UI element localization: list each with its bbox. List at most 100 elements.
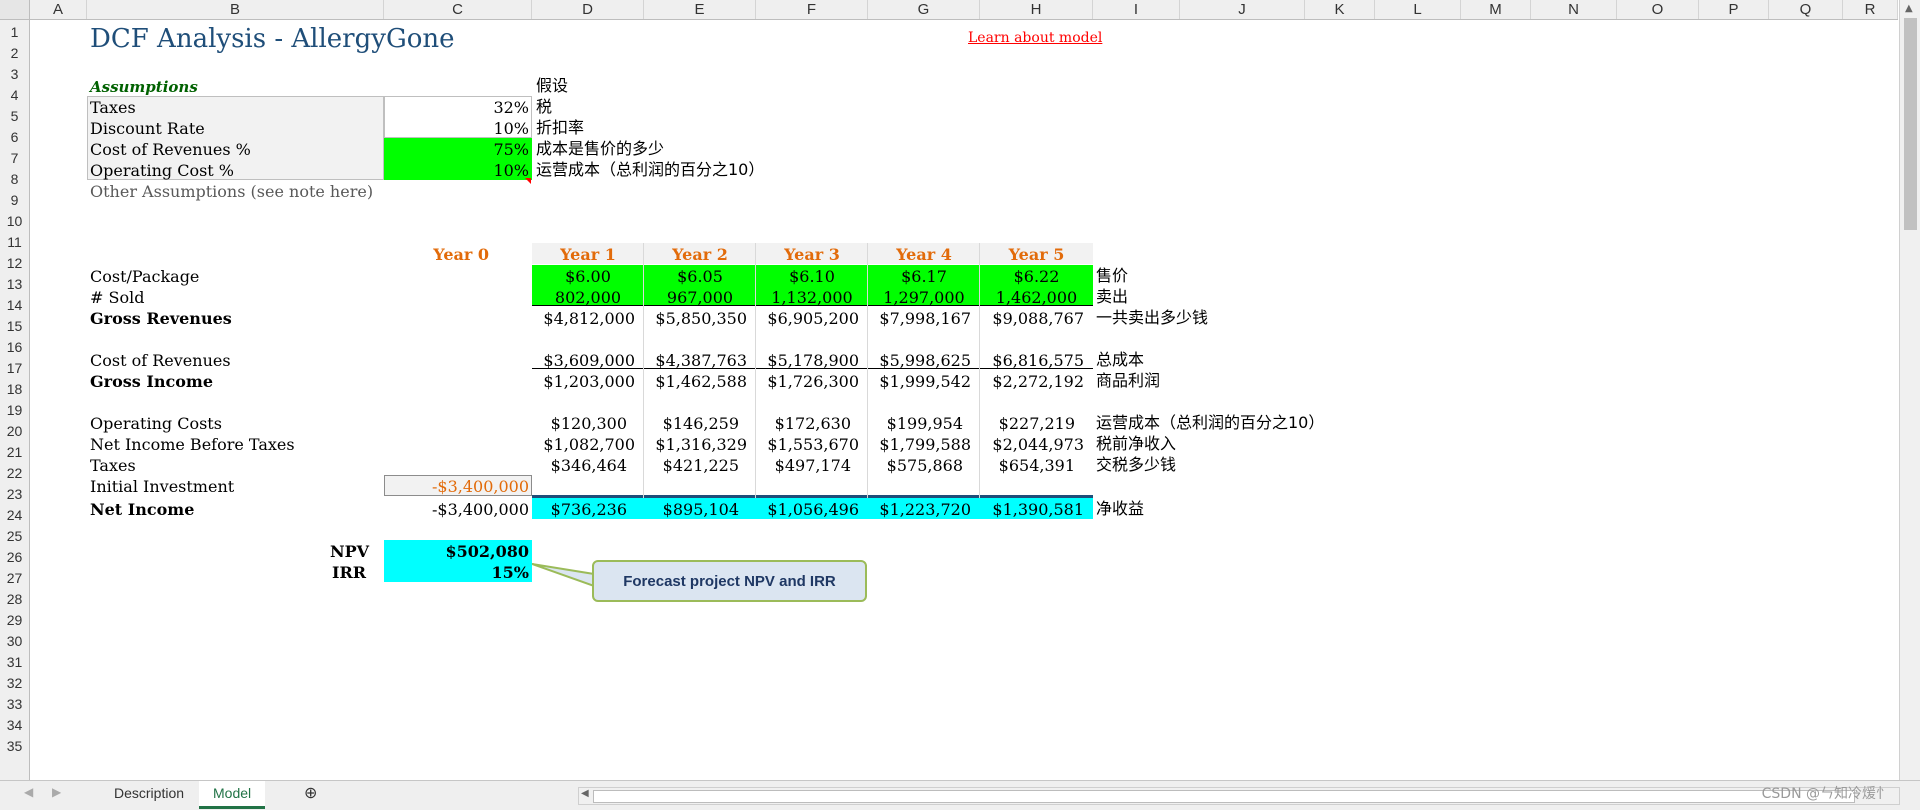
horizontal-scroll-thumb[interactable] bbox=[593, 790, 1855, 803]
col-header[interactable]: I bbox=[1093, 0, 1180, 19]
row-header[interactable]: 34 bbox=[0, 717, 29, 733]
row-header[interactable]: 32 bbox=[0, 675, 29, 691]
net-before-tax-cell[interactable]: $2,044,973 bbox=[980, 435, 1084, 455]
row-header[interactable]: 20 bbox=[0, 423, 29, 439]
row-header[interactable]: 10 bbox=[0, 213, 29, 229]
row-header[interactable]: 22 bbox=[0, 465, 29, 481]
net-before-tax-cell[interactable]: $1,553,670 bbox=[756, 435, 859, 455]
assumption-value[interactable]: 10% bbox=[384, 161, 529, 181]
net-income-cell[interactable]: $1,223,720 bbox=[868, 500, 971, 520]
row-header[interactable]: 7 bbox=[0, 150, 29, 166]
col-header[interactable]: Q bbox=[1769, 0, 1843, 19]
col-header[interactable]: B bbox=[87, 0, 384, 19]
comment-indicator-icon[interactable] bbox=[525, 178, 531, 184]
taxes-cell[interactable]: $346,464 bbox=[532, 456, 627, 476]
npv-value[interactable]: $502,080 bbox=[384, 542, 530, 562]
row-header[interactable]: 3 bbox=[0, 66, 29, 82]
gross-revenue-cell[interactable]: $5,850,350 bbox=[644, 309, 747, 329]
gross-revenue-cell[interactable]: $6,905,200 bbox=[756, 309, 859, 329]
row-header[interactable]: 23 bbox=[0, 486, 29, 502]
net-before-tax-cell[interactable]: $1,316,329 bbox=[644, 435, 747, 455]
net-before-tax-cell[interactable]: $1,799,588 bbox=[868, 435, 971, 455]
col-header[interactable]: M bbox=[1461, 0, 1531, 19]
row-header[interactable]: 28 bbox=[0, 591, 29, 607]
col-header[interactable]: P bbox=[1699, 0, 1769, 19]
row-header[interactable]: 21 bbox=[0, 444, 29, 460]
taxes-cell[interactable]: $654,391 bbox=[980, 456, 1075, 476]
col-header[interactable]: J bbox=[1180, 0, 1305, 19]
gross-income-cell[interactable]: $1,462,588 bbox=[644, 372, 747, 392]
vertical-scrollbar[interactable]: ▲ bbox=[1899, 0, 1920, 780]
tab-description[interactable]: Description bbox=[100, 781, 198, 806]
horizontal-scrollbar[interactable]: ◀ bbox=[578, 787, 1900, 805]
row-header[interactable]: 12 bbox=[0, 255, 29, 271]
gross-revenue-cell[interactable]: $7,998,167 bbox=[868, 309, 971, 329]
cost-package-cell[interactable]: $6.05 bbox=[644, 267, 756, 287]
col-header[interactable]: H bbox=[980, 0, 1093, 19]
gross-income-cell[interactable]: $1,999,542 bbox=[868, 372, 971, 392]
taxes-cell[interactable]: $421,225 bbox=[644, 456, 739, 476]
col-header[interactable]: F bbox=[756, 0, 868, 19]
row-header[interactable]: 4 bbox=[0, 87, 29, 103]
row-header[interactable]: 26 bbox=[0, 549, 29, 565]
npv-irr-callout[interactable]: Forecast project NPV and IRR bbox=[592, 560, 867, 602]
cost-package-cell[interactable]: $6.22 bbox=[980, 267, 1093, 287]
spreadsheet-grid[interactable]: A B C D E F G H I J K L M N O P Q R 1234… bbox=[0, 0, 1898, 780]
row-header[interactable]: 24 bbox=[0, 507, 29, 523]
net-income-cell[interactable]: $1,056,496 bbox=[756, 500, 859, 520]
assumption-value[interactable]: 10% bbox=[384, 119, 529, 139]
col-header[interactable]: K bbox=[1305, 0, 1375, 19]
operating-cost-cell[interactable]: $146,259 bbox=[644, 414, 739, 434]
scroll-thumb[interactable] bbox=[1904, 18, 1917, 230]
initial-investment-value[interactable]: -$3,400,000 bbox=[384, 477, 529, 497]
row-header[interactable]: 15 bbox=[0, 318, 29, 334]
operating-cost-cell[interactable]: $120,300 bbox=[532, 414, 627, 434]
col-header[interactable]: L bbox=[1375, 0, 1461, 19]
net-income-cell[interactable]: $895,104 bbox=[644, 500, 739, 520]
cost-package-cell[interactable]: $6.10 bbox=[756, 267, 868, 287]
taxes-cell[interactable]: $575,868 bbox=[868, 456, 963, 476]
col-header[interactable]: N bbox=[1531, 0, 1617, 19]
row-header[interactable]: 11 bbox=[0, 234, 29, 250]
col-header[interactable]: O bbox=[1617, 0, 1699, 19]
row-header[interactable]: 2 bbox=[0, 45, 29, 61]
row-header[interactable]: 19 bbox=[0, 402, 29, 418]
irr-value[interactable]: 15% bbox=[384, 563, 529, 583]
assumption-value[interactable]: 75% bbox=[384, 140, 529, 160]
net-before-tax-cell[interactable]: $1,082,700 bbox=[532, 435, 635, 455]
row-header[interactable]: 14 bbox=[0, 297, 29, 313]
taxes-cell[interactable]: $497,174 bbox=[756, 456, 851, 476]
col-header[interactable]: D bbox=[532, 0, 644, 19]
operating-cost-cell[interactable]: $172,630 bbox=[756, 414, 851, 434]
row-header[interactable]: 27 bbox=[0, 570, 29, 586]
row-header[interactable]: 17 bbox=[0, 360, 29, 376]
net-income-cell[interactable]: $1,390,581 bbox=[980, 500, 1084, 520]
col-header[interactable]: C bbox=[384, 0, 532, 19]
net-income-year0[interactable]: -$3,400,000 bbox=[384, 500, 529, 520]
cost-package-cell[interactable]: $6.17 bbox=[868, 267, 980, 287]
row-header[interactable]: 25 bbox=[0, 528, 29, 544]
row-header[interactable]: 31 bbox=[0, 654, 29, 670]
row-header[interactable]: 18 bbox=[0, 381, 29, 397]
add-sheet-icon[interactable]: ⊕ bbox=[290, 781, 331, 806]
net-income-cell[interactable]: $736,236 bbox=[532, 500, 627, 520]
col-header[interactable]: G bbox=[868, 0, 980, 19]
operating-cost-cell[interactable]: $227,219 bbox=[980, 414, 1075, 434]
cost-package-cell[interactable]: $6.00 bbox=[532, 267, 644, 287]
gross-revenue-cell[interactable]: $4,812,000 bbox=[532, 309, 635, 329]
row-header[interactable]: 13 bbox=[0, 276, 29, 292]
learn-about-model-link[interactable]: Learn about model bbox=[968, 28, 1102, 48]
gross-income-cell[interactable]: $2,272,192 bbox=[980, 372, 1084, 392]
col-header[interactable]: A bbox=[30, 0, 87, 19]
assumption-value[interactable]: 32% bbox=[384, 98, 529, 118]
row-header[interactable]: 33 bbox=[0, 696, 29, 712]
gross-income-cell[interactable]: $1,726,300 bbox=[756, 372, 859, 392]
row-header[interactable]: 16 bbox=[0, 339, 29, 355]
row-header[interactable]: 30 bbox=[0, 633, 29, 649]
row-header[interactable]: 1 bbox=[0, 24, 29, 40]
row-header[interactable]: 8 bbox=[0, 171, 29, 187]
row-header[interactable]: 29 bbox=[0, 612, 29, 628]
row-header[interactable]: 9 bbox=[0, 192, 29, 208]
row-header[interactable]: 6 bbox=[0, 129, 29, 145]
next-sheet-icon[interactable]: ▶ bbox=[52, 785, 61, 799]
